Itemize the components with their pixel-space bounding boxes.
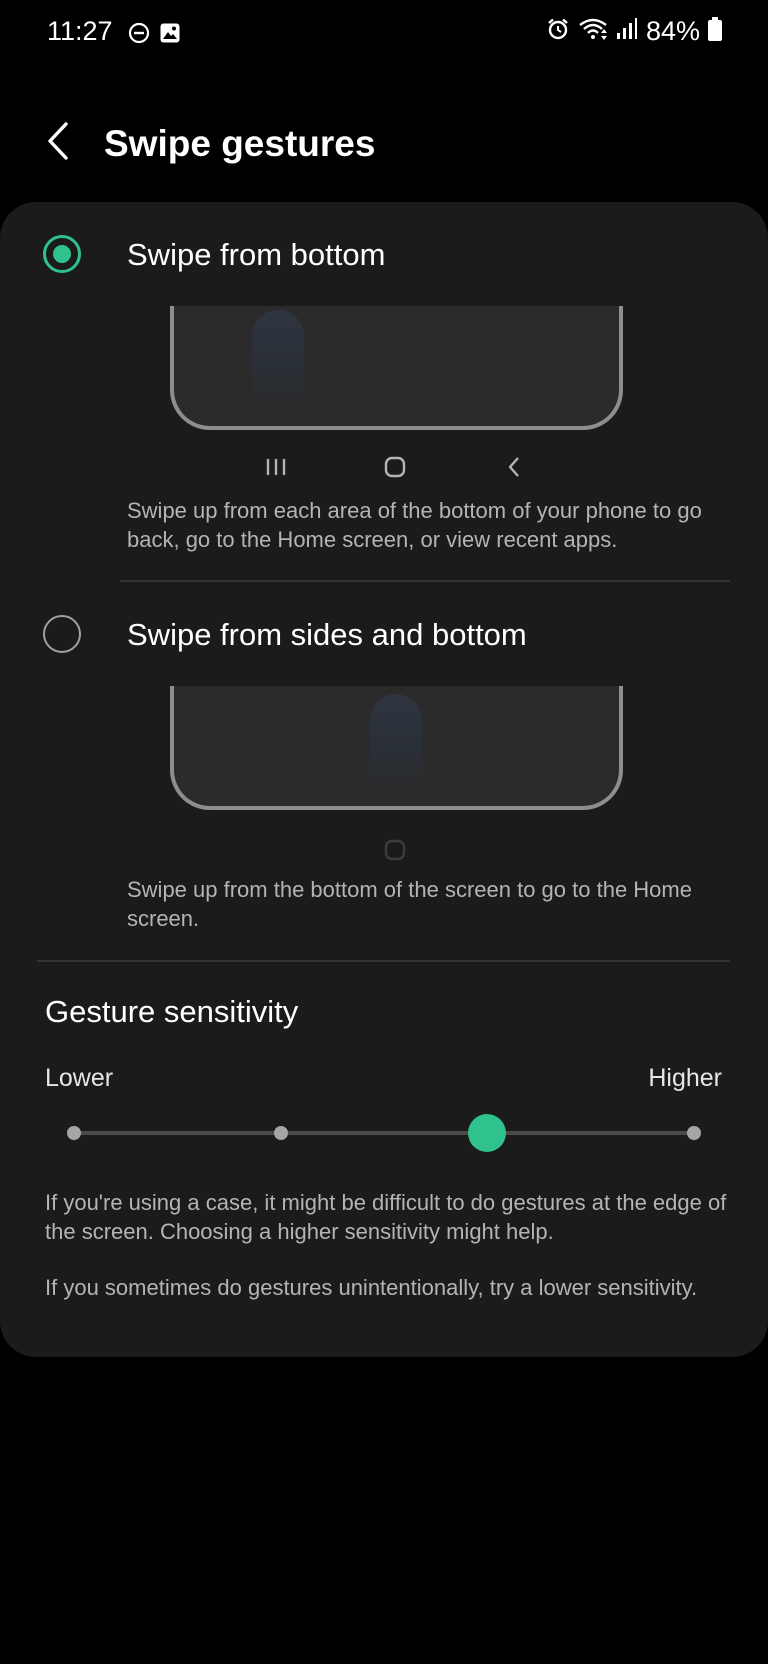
nav-bar-preview [170,835,623,865]
slider-tick[interactable] [67,1126,81,1140]
divider [37,960,730,962]
home-icon [380,835,410,865]
status-left-icons [128,22,181,49]
option-row-swipe-from-sides-and-bottom[interactable]: Swipe from sides and bottom [0,604,768,664]
slider-tick[interactable] [273,1126,288,1140]
finger-illustration [252,310,304,408]
chevron-left-icon [46,121,70,165]
wifi-icon [578,17,608,46]
divider [120,580,730,582]
alarm-icon [546,17,570,46]
back-button[interactable] [40,118,76,168]
nav-bar-preview [170,452,623,482]
slider-max-label: Higher [648,1064,722,1092]
slider-thumb[interactable] [468,1114,507,1152]
help-text-unintentional: If you sometimes do gestures unintention… [45,1275,698,1300]
option-label: Swipe from bottom [127,237,386,272]
section-title-gesture-sensitivity: Gesture sensitivity [45,994,299,1029]
radio-button-selected[interactable] [43,235,81,273]
slider-min-label: Lower [45,1064,114,1092]
gallery-icon [159,22,181,49]
help-text-case: If you're using a case, it might be diff… [45,1190,727,1244]
option-row-swipe-from-bottom[interactable]: Swipe from bottom [0,224,768,284]
phone-illustration [170,306,623,430]
signal-icon [616,17,638,46]
do-not-disturb-icon [128,22,150,49]
settings-card: Swipe from bottom Swipe up from each are… [0,202,768,1357]
option-description: Swipe up from the bottom of the screen t… [127,877,692,931]
battery-percent: 84% [645,16,700,46]
finger-illustration [370,694,422,792]
recent-apps-icon [261,452,291,482]
slider-tick[interactable] [687,1126,701,1140]
back-icon [499,452,529,482]
option-label: Swipe from sides and bottom [127,617,527,652]
battery-icon [708,17,722,46]
option-description: Swipe up from each area of the bottom of… [127,498,702,552]
status-right-icons: 84% [546,16,722,47]
radio-button-unselected[interactable] [43,615,81,653]
home-icon [380,452,410,482]
sensitivity-slider[interactable] [67,1108,701,1158]
status-time: 11:27 [47,16,113,46]
page-title: Swipe gestures [104,123,376,164]
phone-illustration [170,686,623,810]
status-bar: 11:27 84% [0,0,768,70]
slider-track[interactable] [74,1131,694,1135]
